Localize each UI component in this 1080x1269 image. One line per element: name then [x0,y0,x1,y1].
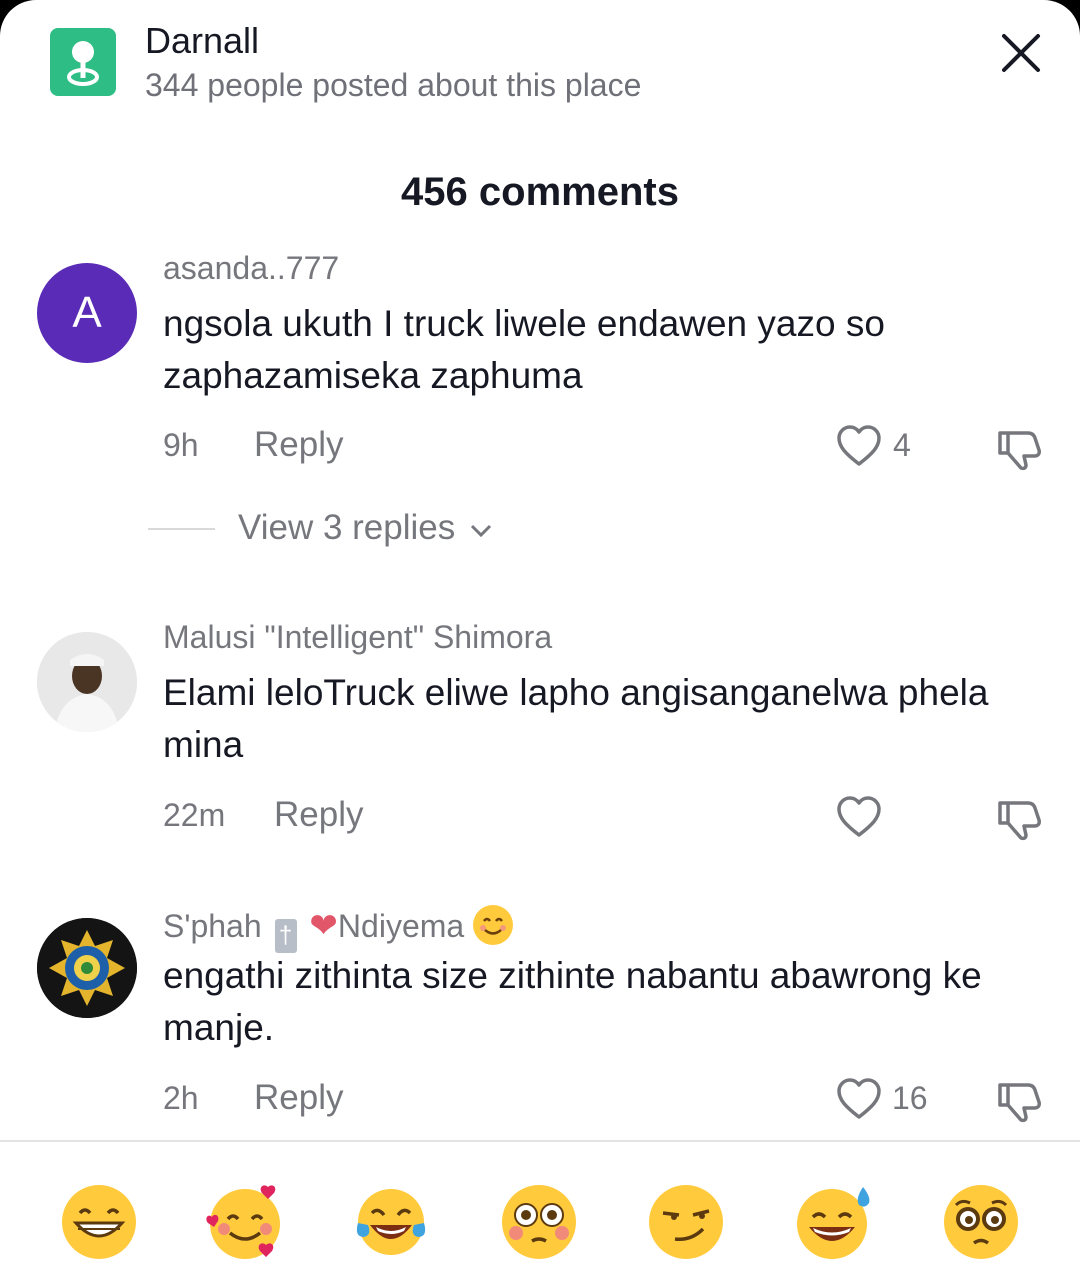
chevron-down-icon [470,524,492,537]
heart-icon[interactable] [836,1077,882,1121]
smiling-face-with-hearts-icon[interactable] [206,1183,284,1261]
dislike-icon[interactable] [996,795,1044,841]
grinning-face-icon[interactable] [60,1183,138,1261]
close-icon[interactable] [998,30,1044,76]
pleading-face-icon[interactable] [942,1183,1020,1261]
location-name[interactable]: Darnall [145,20,259,62]
comment-text: engathi zithinta size zithinte nabantu a… [163,955,982,1048]
like-count: 16 [892,1080,928,1116]
comment-username[interactable]: Malusi "Intelligent" Shimora [163,619,552,656]
grinning-face-with-sweat-icon[interactable] [795,1183,873,1261]
view-replies-button[interactable]: View 3 replies [238,508,493,548]
avatar[interactable] [37,632,137,732]
flushed-face-icon[interactable] [500,1183,578,1261]
avatar[interactable]: A [37,263,137,363]
heart-icon[interactable] [836,795,882,839]
comment-text: Elami leloTruck eliwe lapho angisanganel… [163,672,989,765]
reply-button[interactable]: Reply [254,425,343,465]
comments-count-title: 456 comments [401,170,679,214]
avatar[interactable] [37,918,137,1018]
smiling-face-icon [473,905,514,945]
reply-button[interactable]: Reply [274,795,363,835]
comments-sheet: Darnall 344 people posted about this pla… [0,0,1080,1269]
comment-time: 9h [163,427,199,463]
comment-text: ngsola ukuth I truck liwele endawen yazo… [163,303,885,396]
comment-username[interactable]: asanda..777 [163,250,339,287]
divider [0,1140,1080,1142]
location-subtitle: 344 people posted about this place [145,67,642,103]
smirking-face-icon[interactable] [647,1183,725,1261]
heart-emoji-icon: ❤ [309,907,338,945]
username-part: S'phah [163,908,262,944]
dislike-icon[interactable] [996,1077,1044,1123]
username-part: Ndiyema [337,908,465,944]
map-pin-icon[interactable] [50,28,116,96]
comment-time: 22m [163,797,226,833]
avatar-letter: A [72,288,102,337]
cross-icon: † [274,919,297,953]
view-replies-label: View 3 replies [238,508,456,547]
heart-icon[interactable] [836,424,882,468]
face-with-tears-of-joy-icon[interactable] [352,1183,430,1261]
divider [148,528,215,530]
like-count: 4 [893,427,911,463]
comment-time: 2h [163,1080,199,1116]
reply-button[interactable]: Reply [254,1078,343,1118]
comment-username[interactable]: S'phah † ❤Ndiyema [163,905,514,953]
dislike-icon[interactable] [996,425,1044,471]
